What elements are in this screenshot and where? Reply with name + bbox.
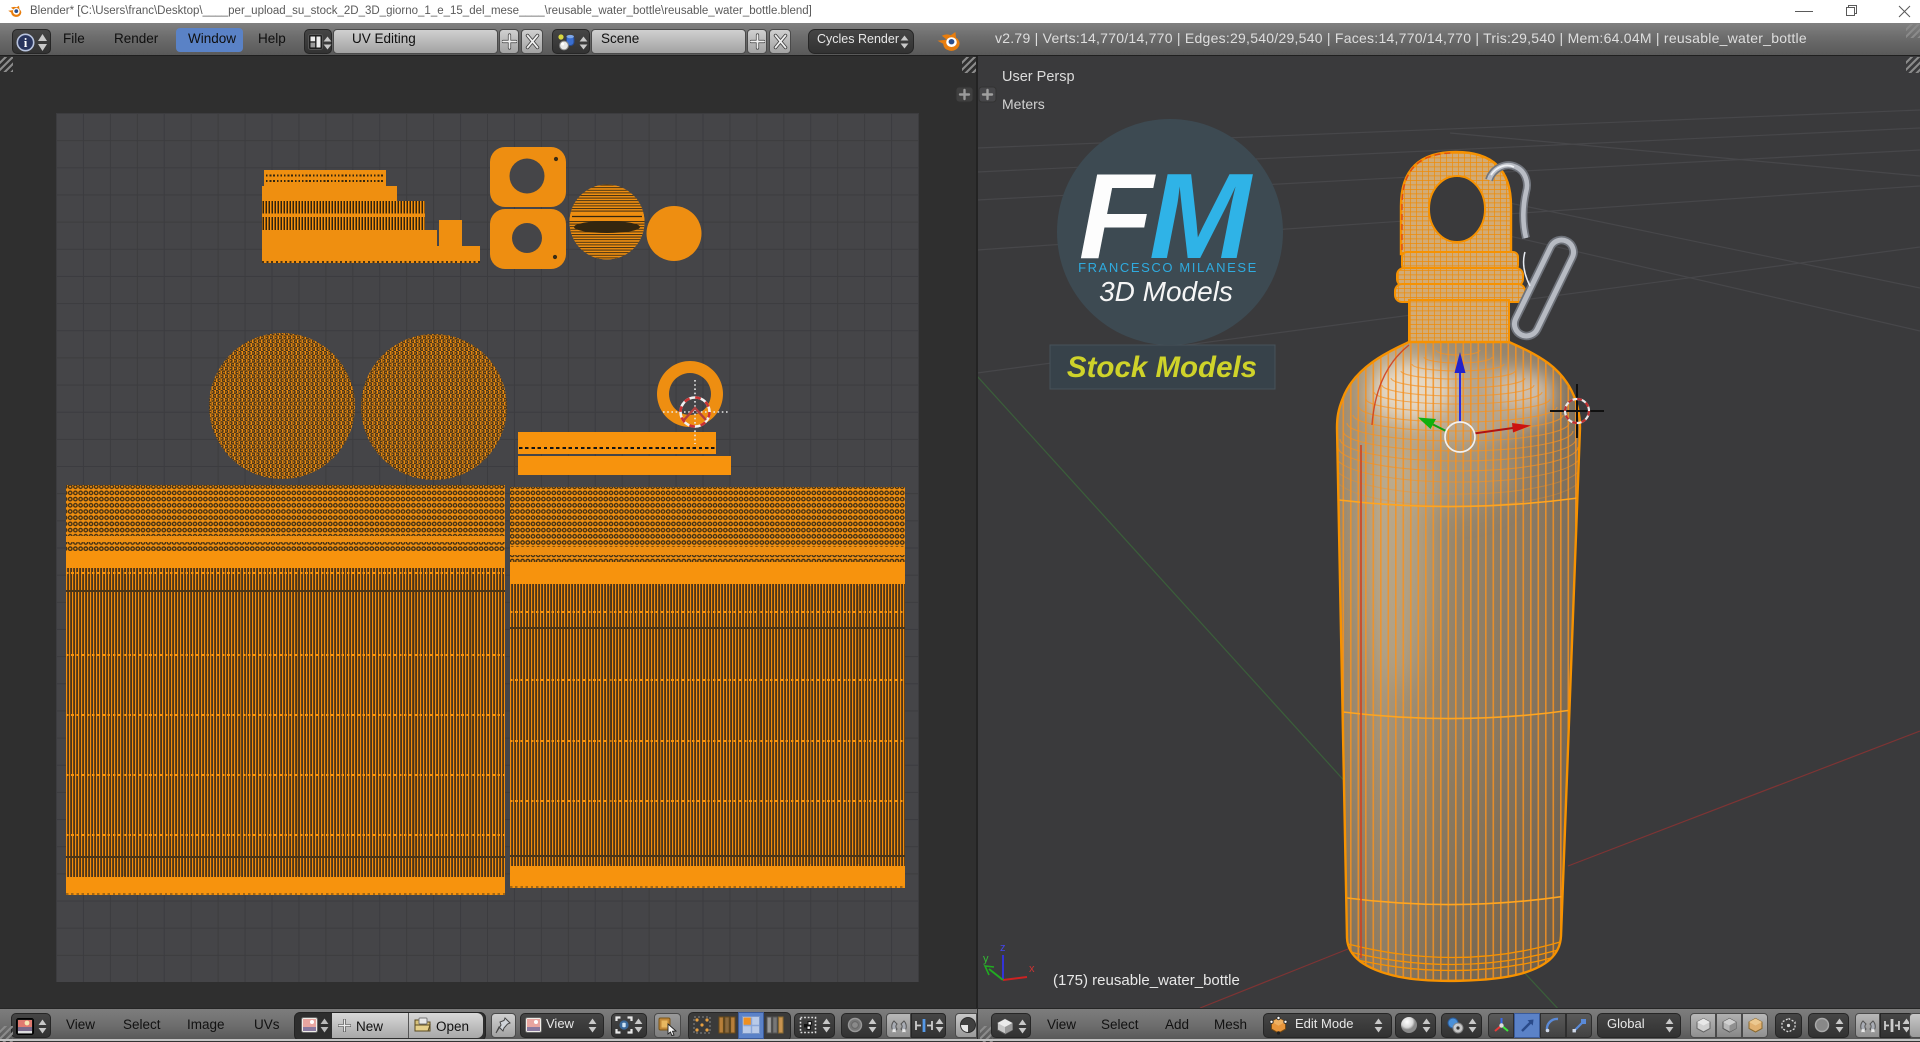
svg-text:FRANCESCO MILANESE: FRANCESCO MILANESE: [1078, 260, 1258, 275]
svg-text:i: i: [24, 35, 28, 50]
svg-text:x: x: [1029, 963, 1035, 975]
svg-text:y: y: [983, 953, 989, 965]
svg-text:z: z: [1000, 942, 1006, 954]
svg-text:3D Models: 3D Models: [1099, 276, 1233, 307]
svg-text:Stock Models: Stock Models: [1067, 351, 1257, 384]
